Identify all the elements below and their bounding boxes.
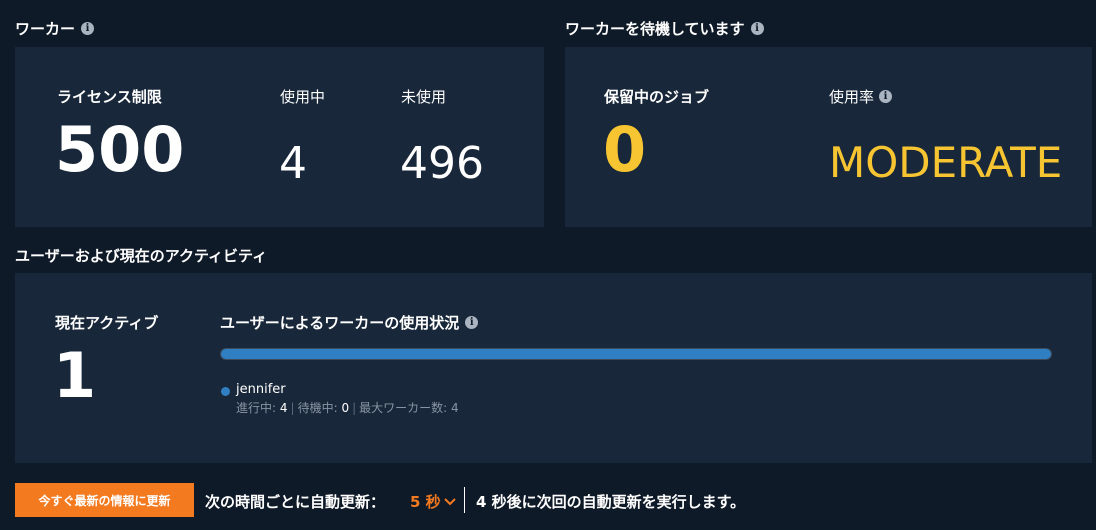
activity-panel: 現在アクティブ 1 ユーザーによるワーカーの使用状況 i jennifer 進行… — [15, 273, 1092, 463]
info-icon[interactable]: i — [465, 316, 479, 329]
info-icon[interactable]: i — [81, 22, 95, 35]
in-use-value: 4 — [279, 138, 307, 189]
worker-usage-by-user-title: ユーザーによるワーカーの使用状況 i — [220, 312, 479, 333]
separator: | — [290, 401, 295, 415]
max-workers-label: 最大ワーカー数: — [359, 401, 448, 415]
unused-label: 未使用 — [401, 88, 447, 106]
refresh-interval-select[interactable]: 5 秒 — [410, 491, 456, 512]
waiting-value: 0 — [341, 401, 350, 415]
activity-section-title: ユーザーおよび現在のアクティビティ — [15, 245, 267, 266]
current-active-value: 1 — [53, 339, 97, 412]
workers-title-text: ワーカー — [15, 20, 76, 38]
unused-value: 496 — [400, 138, 484, 189]
usage-rate-label: 使用率 i — [829, 86, 893, 107]
waiting-section-title: ワーカーを待機しています i — [565, 18, 764, 39]
waiting-panel: 保留中のジョブ 0 使用率 i MODERATE — [565, 47, 1092, 227]
waiting-label: 待機中: — [297, 401, 338, 415]
workers-section-title: ワーカー i — [15, 18, 95, 39]
license-limit-value: 500 — [55, 113, 185, 186]
in-use-label: 使用中 — [280, 88, 326, 106]
current-active-label: 現在アクティブ — [55, 314, 159, 332]
running-label: 進行中: — [236, 401, 277, 415]
max-workers-value: 4 — [451, 401, 459, 415]
pending-jobs-label: 保留中のジョブ — [604, 88, 710, 106]
waiting-title-text: ワーカーを待機しています — [565, 20, 745, 38]
user-name: jennifer — [236, 382, 286, 397]
activity-title-text: ユーザーおよび現在のアクティビティ — [15, 247, 268, 265]
info-icon[interactable]: i — [879, 90, 893, 103]
user-stats: 進行中: 4 | 待機中: 0 | 最大ワーカー数: 4 — [236, 399, 459, 416]
info-icon[interactable]: i — [750, 22, 764, 35]
chevron-down-icon — [443, 497, 456, 505]
next-refresh-text: 4 秒後に次回の自動更新を実行します。 — [476, 493, 746, 511]
worker-usage-title-text: ユーザーによるワーカーの使用状況 — [220, 314, 460, 332]
footer-divider — [464, 487, 465, 513]
auto-refresh-label: 次の時間ごとに自動更新： — [205, 493, 386, 511]
license-limit-label: ライセンス制限 — [57, 88, 162, 106]
separator: | — [352, 401, 357, 415]
refresh-now-button[interactable]: 今すぐ最新の情報に更新 — [15, 483, 194, 517]
usage-rate-label-text: 使用率 — [829, 88, 875, 106]
worker-usage-bar — [220, 348, 1052, 360]
running-value: 4 — [279, 401, 288, 415]
user-dot-icon — [221, 387, 230, 396]
worker-usage-bar-fill — [221, 349, 1051, 359]
usage-rate-value: MODERATE — [829, 138, 1063, 187]
pending-jobs-value: 0 — [603, 113, 647, 186]
refresh-interval-value: 5 秒 — [410, 493, 441, 511]
workers-panel: ライセンス制限 500 使用中 4 未使用 496 — [15, 47, 544, 227]
